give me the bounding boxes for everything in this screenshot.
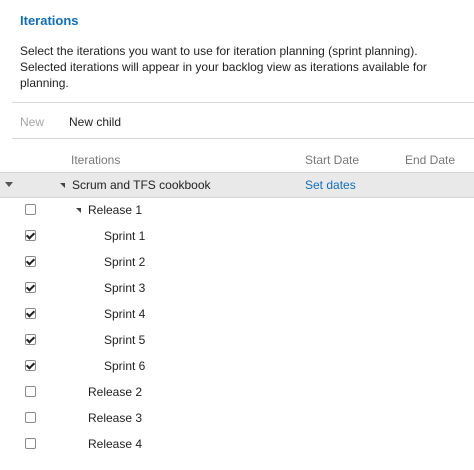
column-header-iterations[interactable]: Iterations	[71, 153, 120, 167]
iteration-checkbox[interactable]	[25, 412, 36, 423]
iteration-label: Sprint 4	[104, 307, 146, 321]
iteration-checkbox[interactable]	[25, 334, 36, 345]
expand-arrow-icon[interactable]	[60, 183, 65, 188]
tree-row[interactable]: Release 2	[0, 380, 474, 406]
grid-header: Iterations Start Date End Date	[0, 153, 474, 169]
iteration-checkbox[interactable]	[25, 360, 36, 371]
root-iteration-label: Scrum and TFS cookbook	[72, 178, 211, 192]
iteration-checkbox[interactable]	[25, 386, 36, 397]
iteration-label: Sprint 5	[104, 333, 146, 347]
iteration-checkbox[interactable]	[25, 230, 36, 241]
column-header-start-date[interactable]: Start Date	[305, 153, 359, 167]
column-header-end-date[interactable]: End Date	[405, 153, 455, 167]
tree-row[interactable]: Sprint 4	[0, 302, 474, 328]
iteration-checkbox[interactable]	[25, 204, 36, 215]
iteration-label: Release 1	[88, 203, 143, 217]
new-button[interactable]: New	[20, 115, 44, 129]
row-collapse-icon[interactable]	[5, 182, 13, 187]
iteration-label: Release 2	[88, 385, 143, 399]
tree-row-root[interactable]: Scrum and TFS cookbook Set dates	[0, 172, 474, 198]
tree-row[interactable]: Release 4	[0, 432, 474, 458]
iteration-label: Sprint 6	[104, 359, 146, 373]
iteration-label: Sprint 2	[104, 255, 146, 269]
tree-row[interactable]: Sprint 1	[0, 224, 474, 250]
page-description: Select the iterations you want to use fo…	[20, 44, 427, 90]
iteration-checkbox[interactable]	[25, 282, 36, 293]
expand-arrow-icon[interactable]	[76, 208, 81, 213]
iteration-label: Sprint 1	[104, 229, 146, 243]
tree-row[interactable]: Sprint 3	[0, 276, 474, 302]
tree-row[interactable]: Release 3	[0, 406, 474, 432]
iteration-label: Sprint 3	[104, 281, 146, 295]
iteration-checkbox[interactable]	[25, 256, 36, 267]
divider	[12, 138, 474, 139]
divider	[12, 102, 474, 103]
iteration-checkbox[interactable]	[25, 438, 36, 449]
iteration-label: Release 3	[88, 411, 143, 425]
tree-row[interactable]: Sprint 6	[0, 354, 474, 380]
set-dates-link[interactable]: Set dates	[305, 178, 356, 192]
page-title: Iterations	[20, 13, 79, 28]
tree-row[interactable]: Sprint 2	[0, 250, 474, 276]
iteration-checkbox[interactable]	[25, 308, 36, 319]
iteration-label: Release 4	[88, 437, 143, 451]
new-child-button[interactable]: New child	[69, 115, 121, 129]
tree-row[interactable]: Release 1	[0, 198, 474, 224]
tree-row[interactable]: Sprint 5	[0, 328, 474, 354]
